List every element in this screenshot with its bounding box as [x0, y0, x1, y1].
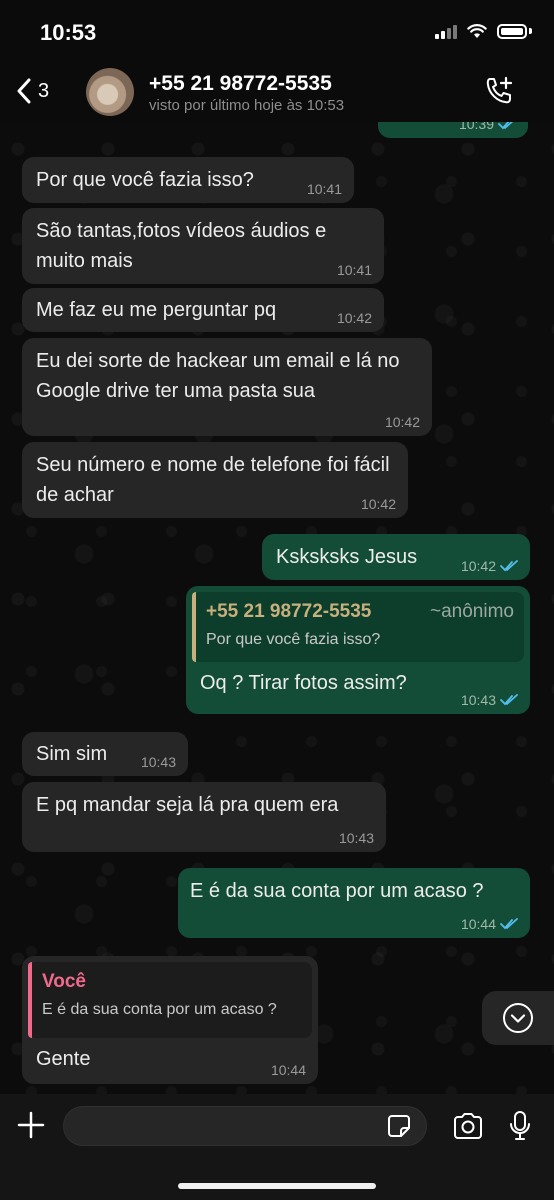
chevron-left-icon	[17, 78, 31, 104]
message-time-text: 10:43	[460, 692, 496, 708]
message-time: 10:44	[461, 916, 518, 932]
home-indicator[interactable]	[178, 1183, 376, 1189]
quote-text: E é da sua conta por um acaso ?	[42, 1001, 277, 1018]
message-text: Seu número e nome de telefone foi fácil …	[36, 454, 390, 506]
message-time: 10:42	[461, 558, 518, 574]
message-text: Gente	[36, 1048, 91, 1070]
attach-button[interactable]	[16, 1110, 46, 1145]
status-time: 10:53	[40, 20, 97, 45]
quote-author: Você	[42, 971, 87, 992]
message-bubble-incoming-reply[interactable]: Você E é da sua conta por um acaso ? Gen…	[22, 956, 318, 1084]
message-bubble-incoming[interactable]: Por que você fazia isso? 10:41	[22, 157, 354, 203]
quote-author-alias: ~anônimo	[430, 601, 514, 622]
back-button[interactable]: 3	[16, 78, 49, 104]
scroll-to-bottom-button[interactable]	[482, 991, 554, 1045]
quoted-message[interactable]: +55 21 98772-5535 ~anônimo Por que você …	[192, 592, 524, 662]
sticker-icon	[388, 1115, 410, 1137]
message-text: Eu dei sorte de hackear um email e lá no…	[36, 350, 400, 402]
message-bubble-incoming[interactable]: Sim sim 10:43	[22, 732, 188, 776]
message-bubble-outgoing[interactable]: E é da sua conta por um acaso ? 10:44	[178, 868, 530, 938]
message-time-text: 10:44	[460, 916, 496, 932]
add-call-button[interactable]	[484, 76, 514, 111]
quote-text: Por que você fazia isso?	[206, 631, 381, 648]
message-time: 10:43	[140, 754, 176, 770]
cellular-signal-icon	[435, 23, 457, 39]
battery-tip	[529, 28, 532, 34]
message-text: E pq mandar seja lá pra quem era	[36, 794, 339, 816]
microphone-icon	[510, 1111, 530, 1140]
message-time: 10:42	[384, 414, 420, 430]
phone-plus-icon	[486, 76, 513, 104]
message-bubble-incoming[interactable]: Me faz eu me perguntar pq 10:42	[22, 288, 384, 332]
message-time: 10:42	[360, 496, 396, 512]
message-input[interactable]	[63, 1106, 427, 1146]
message-bubble-incoming[interactable]: Seu número e nome de telefone foi fácil …	[22, 442, 408, 518]
read-ticks-icon	[500, 918, 518, 930]
message-time: 10:43	[461, 692, 518, 708]
message-time-text: 10:42	[460, 558, 496, 574]
message-time: 10:41	[336, 262, 372, 278]
sticker-button[interactable]	[387, 1114, 411, 1143]
battery-icon	[497, 23, 527, 39]
message-text: Por que você fazia isso?	[36, 169, 254, 191]
chat-header-overlay: 3 +55 21 98772-5535 visto por último hoj…	[0, 60, 554, 122]
camera-icon	[454, 1113, 482, 1139]
message-bubble-outgoing-reply[interactable]: +55 21 98772-5535 ~anônimo Por que você …	[186, 586, 530, 714]
microphone-button[interactable]	[509, 1110, 531, 1147]
unread-count: 3	[38, 79, 50, 102]
message-bubble-incoming[interactable]: Eu dei sorte de hackear um email e lá no…	[22, 338, 432, 436]
message-bubble-incoming[interactable]: São tantas,fotos vídeos áudios e muito m…	[22, 208, 384, 284]
quoted-message[interactable]: Você E é da sua conta por um acaso ?	[28, 962, 312, 1038]
message-text: Me faz eu me perguntar pq	[36, 299, 277, 321]
message-text: E é da sua conta por um acaso ?	[190, 880, 484, 902]
contact-name[interactable]: +55 21 98772-5535	[149, 72, 332, 96]
status-bar: 10:53	[0, 0, 554, 60]
camera-button[interactable]	[452, 1112, 484, 1145]
message-bubble-incoming[interactable]: E pq mandar seja lá pra quem era 10:43	[22, 782, 386, 852]
wifi-icon	[467, 23, 487, 38]
read-ticks-icon	[500, 560, 518, 572]
message-text: São tantas,fotos vídeos áudios e muito m…	[36, 220, 327, 272]
avatar[interactable]	[86, 68, 134, 116]
status-icons	[435, 23, 532, 39]
message-time: 10:41	[306, 181, 342, 197]
last-seen-status: visto por último hoje às 10:53	[149, 97, 345, 114]
message-time: 10:43	[338, 830, 374, 846]
message-time: 10:42	[336, 310, 372, 326]
chevron-down-circle-icon	[503, 1003, 533, 1033]
message-bubble-outgoing[interactable]: Ksksksks Jesus 10:42	[262, 534, 530, 580]
message-time: 10:44	[270, 1062, 306, 1078]
plus-icon	[17, 1111, 45, 1139]
read-ticks-icon	[500, 694, 518, 706]
